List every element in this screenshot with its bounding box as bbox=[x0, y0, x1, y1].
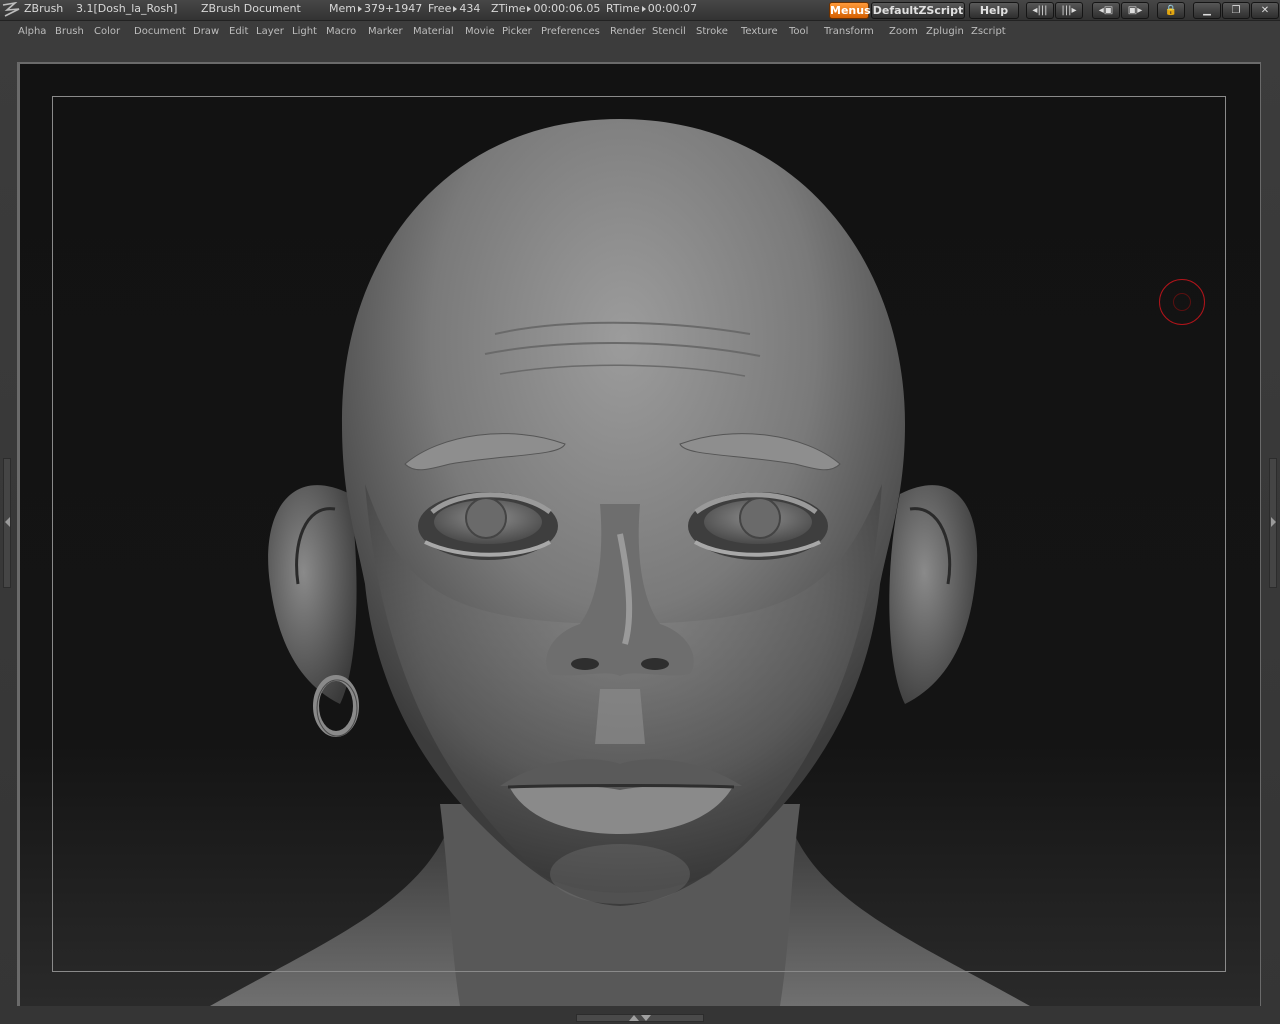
layout-right-icon: ▣▸ bbox=[1127, 5, 1143, 16]
ztime-label: ZTime bbox=[491, 2, 526, 15]
menu-edit[interactable]: Edit bbox=[229, 26, 248, 37]
shrink-ui-button[interactable]: ◂||| bbox=[1026, 2, 1054, 19]
menu-draw[interactable]: Draw bbox=[193, 26, 219, 37]
file-name: 3.1[Dosh_la_Rosh] bbox=[76, 2, 178, 15]
rtime-value: 00:00:07 bbox=[647, 2, 698, 15]
left-tray-toggle[interactable] bbox=[3, 458, 11, 588]
menu-macro[interactable]: Macro bbox=[326, 26, 356, 37]
menu-movie[interactable]: Movie bbox=[465, 26, 495, 37]
rtime-readout: RTime 00:00:07 bbox=[606, 2, 697, 15]
minimize-icon: ▁ bbox=[1203, 5, 1211, 16]
menu-stencil[interactable]: Stencil bbox=[652, 26, 686, 37]
memory-readout: Mem 379+1947 bbox=[329, 2, 422, 15]
menus-button[interactable]: Menus bbox=[829, 2, 871, 19]
document-canvas[interactable] bbox=[20, 64, 1260, 1006]
menu-stroke[interactable]: Stroke bbox=[696, 26, 728, 37]
arrow-right-icon bbox=[453, 5, 458, 12]
arrow-right-icon bbox=[357, 5, 362, 12]
ztime-value: 00:00:06.05 bbox=[533, 2, 601, 15]
free-label: Free bbox=[428, 2, 452, 15]
arrow-right-icon bbox=[527, 5, 532, 12]
title-bar: ZBrush 3.1[Dosh_la_Rosh] ZBrush Document… bbox=[0, 0, 1280, 21]
slider-left-icon: ◂||| bbox=[1032, 5, 1048, 16]
menu-material[interactable]: Material bbox=[413, 26, 454, 37]
close-button[interactable]: ✕ bbox=[1251, 2, 1279, 19]
document-boundary bbox=[52, 96, 1226, 972]
arrow-right-icon bbox=[641, 5, 646, 12]
default-zscript-button[interactable]: DefaultZScript bbox=[871, 2, 965, 19]
lock-button[interactable]: 🔒 bbox=[1157, 2, 1185, 19]
menu-texture[interactable]: Texture bbox=[741, 26, 778, 37]
app-name: ZBrush bbox=[24, 2, 64, 15]
rtime-label: RTime bbox=[606, 2, 640, 15]
zbrush-logo-icon bbox=[2, 2, 20, 17]
menu-layer[interactable]: Layer bbox=[256, 26, 284, 37]
minimize-button[interactable]: ▁ bbox=[1193, 2, 1221, 19]
restore-button[interactable]: ❐ bbox=[1222, 2, 1250, 19]
main-menu-bar: Alpha Brush Color Document Draw Edit Lay… bbox=[0, 21, 1280, 41]
menu-tool[interactable]: Tool bbox=[789, 26, 808, 37]
menu-zoom[interactable]: Zoom bbox=[889, 26, 918, 37]
mem-value: 379+1947 bbox=[363, 2, 423, 15]
slider-right-icon: |||▸ bbox=[1061, 5, 1077, 16]
free-readout: Free 434 bbox=[428, 2, 480, 15]
layout-left-icon: ◂▣ bbox=[1098, 5, 1114, 16]
layout-prev-button[interactable]: ◂▣ bbox=[1092, 2, 1120, 19]
bottom-tray-toggle[interactable] bbox=[576, 1014, 704, 1022]
lock-icon: 🔒 bbox=[1164, 5, 1178, 16]
document-label: ZBrush Document bbox=[201, 2, 301, 15]
menu-zscript[interactable]: Zscript bbox=[971, 26, 1006, 37]
brush-circle-cursor-icon bbox=[1159, 279, 1205, 325]
menu-preferences[interactable]: Preferences bbox=[541, 26, 600, 37]
menu-zplugin[interactable]: Zplugin bbox=[926, 26, 964, 37]
menu-color[interactable]: Color bbox=[94, 26, 120, 37]
menu-document[interactable]: Document bbox=[134, 26, 186, 37]
help-button[interactable]: Help bbox=[969, 2, 1019, 19]
restore-icon: ❐ bbox=[1231, 5, 1241, 16]
menu-marker[interactable]: Marker bbox=[368, 26, 403, 37]
free-value: 434 bbox=[459, 2, 481, 15]
menu-picker[interactable]: Picker bbox=[502, 26, 532, 37]
expand-ui-button[interactable]: |||▸ bbox=[1055, 2, 1083, 19]
layout-next-button[interactable]: ▣▸ bbox=[1121, 2, 1149, 19]
menu-light[interactable]: Light bbox=[292, 26, 317, 37]
zbrush-window: ZBrush 3.1[Dosh_la_Rosh] ZBrush Document… bbox=[0, 0, 1280, 1024]
right-tray-toggle[interactable] bbox=[1269, 458, 1277, 588]
mem-label: Mem bbox=[329, 2, 356, 15]
menu-brush[interactable]: Brush bbox=[55, 26, 84, 37]
ztime-readout: ZTime 00:00:06.05 bbox=[491, 2, 600, 15]
menu-alpha[interactable]: Alpha bbox=[18, 26, 46, 37]
close-icon: ✕ bbox=[1260, 5, 1270, 16]
menu-render[interactable]: Render bbox=[610, 26, 646, 37]
menu-transform[interactable]: Transform bbox=[824, 26, 874, 37]
